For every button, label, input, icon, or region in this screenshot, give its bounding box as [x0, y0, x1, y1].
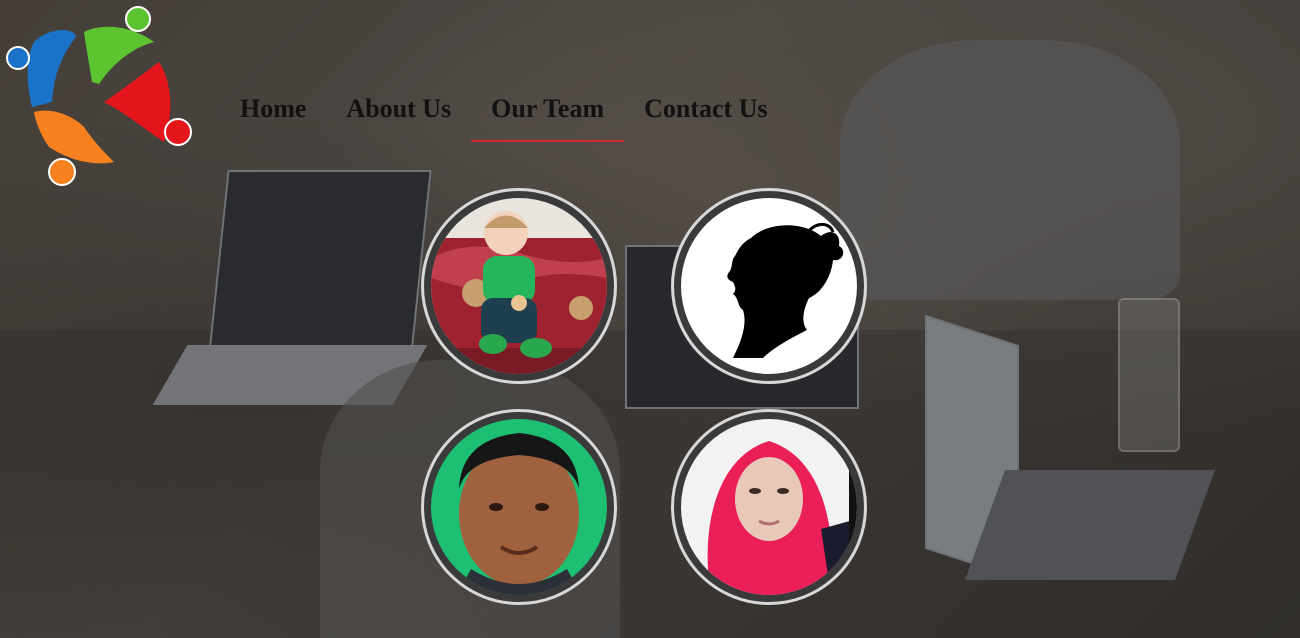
team-member-avatar-2[interactable]: [671, 188, 867, 384]
team-logo[interactable]: [4, 2, 194, 192]
nav-our-team[interactable]: Our Team: [471, 92, 625, 142]
toddler-photo: [431, 198, 607, 374]
nav-contact-us[interactable]: Contact Us: [624, 92, 788, 136]
man-photo: [431, 419, 607, 595]
nav-about-us[interactable]: About Us: [326, 92, 471, 136]
team-member-avatar-3[interactable]: [421, 409, 617, 605]
nav-home[interactable]: Home: [220, 92, 326, 136]
silhouette-placeholder-icon: [681, 198, 857, 374]
team-member-avatar-4[interactable]: [671, 409, 867, 605]
team-member-avatar-1[interactable]: [421, 188, 617, 384]
woman-hijab-photo: [681, 419, 857, 595]
main-nav: Home About Us Our Team Contact Us: [220, 92, 788, 142]
